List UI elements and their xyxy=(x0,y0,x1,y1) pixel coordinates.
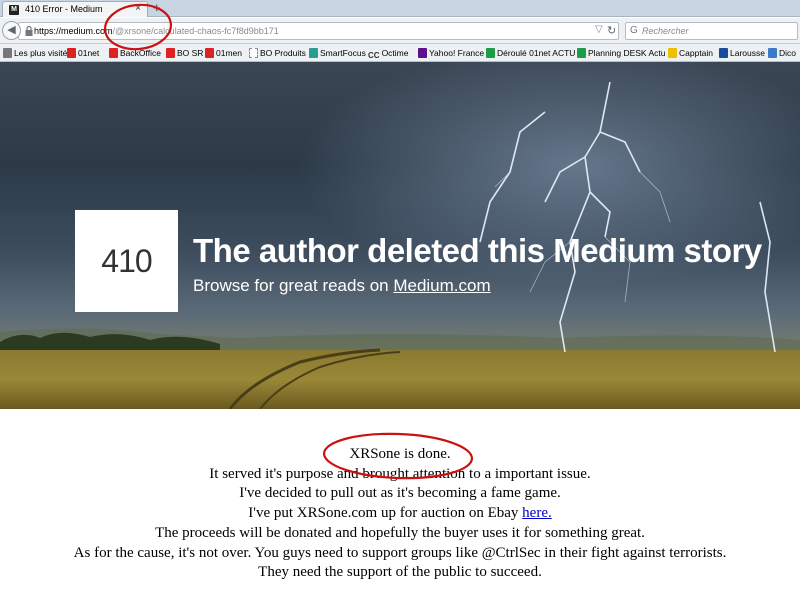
01net-icon xyxy=(109,48,118,58)
message-line: I've decided to pull out as it's becomin… xyxy=(239,485,561,502)
octime-icon: CC xyxy=(368,51,380,60)
error-code: 410 xyxy=(101,243,152,279)
search-icon: G xyxy=(630,25,638,36)
search-input[interactable]: Rechercher xyxy=(642,26,689,36)
hero-title: The author deleted this Medium story xyxy=(193,232,762,269)
bookmark-deroule-01net-actu[interactable]: Déroulé 01net ACTU xyxy=(486,47,575,59)
01net-icon xyxy=(67,48,76,58)
bookmark-bo-produits[interactable]: BO Produits xyxy=(249,47,306,59)
search-bar[interactable]: G Rechercher xyxy=(625,22,798,40)
hero-subtitle: Browse for great reads on Medium.com xyxy=(193,276,491,296)
bookmark-octime[interactable]: CC Octime xyxy=(368,47,408,60)
medium-favicon-icon: M xyxy=(9,5,19,15)
url-bar[interactable]: https://medium.com/@xrsone/calculated-ch… xyxy=(18,22,619,40)
message-line: XRSone is done. xyxy=(349,446,451,462)
error-code-badge: 410 xyxy=(75,210,178,312)
close-icon[interactable]: × xyxy=(135,3,141,14)
hero-banner: 410 The author deleted this Medium story… xyxy=(0,62,800,409)
url-host: https://medium.com xyxy=(34,26,113,36)
bookmark-larousse[interactable]: Larousse xyxy=(719,47,765,59)
tab-title: 410 Error - Medium xyxy=(25,4,103,14)
sheet-icon xyxy=(486,48,495,58)
lock-icon xyxy=(25,26,33,36)
message-line: As for the cause, it's not over. You guy… xyxy=(73,544,727,561)
smartfocus-icon xyxy=(309,48,318,58)
navigation-bar: https://medium.com/@xrsone/calculated-ch… xyxy=(0,18,800,44)
gear-icon xyxy=(3,48,12,58)
bookmark-smartfocus[interactable]: SmartFocus xyxy=(309,47,366,59)
ebay-auction-link[interactable]: here. xyxy=(522,505,552,521)
dico-icon xyxy=(768,48,777,58)
url-path: /@xrsone/calculated-chaos-fc7f8d9bb171 xyxy=(112,26,279,36)
tab-bar: M 410 Error - Medium × + xyxy=(0,0,800,17)
message-line: They need the support of the public to s… xyxy=(258,564,542,581)
bookmark-01net[interactable]: 01net xyxy=(67,47,99,59)
author-message: XRSone is done. It served it's purpose a… xyxy=(0,445,800,583)
new-tab-button[interactable]: + xyxy=(153,0,161,15)
url-text: https://medium.com/@xrsone/calculated-ch… xyxy=(34,26,279,36)
bookmark-planning-desk-actu[interactable]: Planning DESK Actu xyxy=(577,47,666,59)
tab-active[interactable]: M 410 Error - Medium × xyxy=(2,1,148,17)
message-line: It served it's purpose and brought atten… xyxy=(209,465,591,482)
bookmarks-bar: Les plus visités 01net BackOffice BO SR … xyxy=(0,44,800,62)
bookmark-bo-sr[interactable]: BO SR xyxy=(166,47,203,59)
back-arrow-icon: ◀ xyxy=(7,24,16,36)
capptain-icon xyxy=(668,48,677,58)
yahoo-icon xyxy=(418,48,427,58)
01net-icon xyxy=(166,48,175,58)
bookmark-yahoo-france[interactable]: Yahoo! France xyxy=(418,47,484,59)
message-line: The proceeds will be donated and hopeful… xyxy=(155,524,645,541)
sheet-icon xyxy=(577,48,586,58)
bookmark-dico[interactable]: Dico xyxy=(768,47,796,59)
bookmark-01men[interactable]: 01men xyxy=(205,47,242,59)
medium-home-link[interactable]: Medium.com xyxy=(393,276,490,295)
hero-subtitle-text: Browse for great reads on xyxy=(193,276,394,295)
01net-icon xyxy=(205,48,214,58)
reload-icon[interactable]: ↻ xyxy=(607,24,616,37)
message-line: I've put XRSone.com up for auction on Eb… xyxy=(0,504,800,524)
bookmark-backoffice[interactable]: BackOffice xyxy=(109,47,161,59)
message-line-text: I've put XRSone.com up for auction on Eb… xyxy=(248,505,523,522)
bookmark-les-plus-visites[interactable]: Les plus visités xyxy=(3,47,72,59)
larousse-icon xyxy=(719,48,728,58)
back-button[interactable]: ◀ xyxy=(2,21,21,40)
page-icon xyxy=(249,48,258,58)
chevron-down-icon[interactable]: ▽ xyxy=(595,24,603,35)
bookmark-capptain[interactable]: Capptain xyxy=(668,47,713,59)
